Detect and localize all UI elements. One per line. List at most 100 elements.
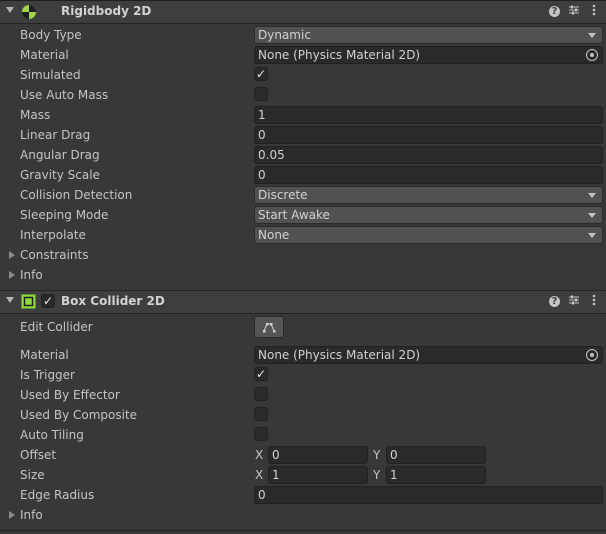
interpolate-value: None [258,228,290,242]
body-type-label: Body Type [20,28,82,42]
auto-tiling-row: Auto Tiling [0,425,606,445]
sleeping-mode-row: Sleeping Mode Start Awake [0,205,606,225]
edit-collider-button[interactable] [254,316,284,338]
interpolate-dropdown[interactable]: None [254,226,603,244]
edge-radius-input[interactable]: 0 [254,486,603,504]
used-by-composite-checkbox[interactable] [254,407,268,421]
sleeping-mode-dropdown[interactable]: Start Awake [254,206,603,224]
offset-label: Offset [20,448,57,462]
size-y-label[interactable]: Y [373,468,380,482]
help-icon[interactable]: ? [549,296,560,307]
object-picker-icon[interactable] [586,349,598,361]
box-collider-2d-header[interactable]: ✓ Box Collider 2D ? [0,291,606,314]
presets-icon[interactable] [567,294,581,308]
interpolate-label: Interpolate [20,228,86,242]
size-row: Size X 1 Y 1 [0,465,606,485]
constraints-foldout[interactable]: Constraints [0,245,606,265]
info-label: Info [20,508,43,522]
used-by-effector-checkbox[interactable] [254,387,268,401]
linear-drag-label: Linear Drag [20,128,91,142]
component-divider [0,530,606,531]
enabled-checkbox[interactable]: ✓ [41,294,55,308]
is-trigger-row: Is Trigger ✓ [0,365,606,385]
body-type-dropdown[interactable]: Dynamic [254,26,603,44]
material-object-field[interactable]: None (Physics Material 2D) [254,46,603,64]
offset-y-label[interactable]: Y [373,448,380,462]
simulated-checkbox[interactable]: ✓ [254,67,268,81]
used-by-effector-label: Used By Effector [20,388,120,402]
material-label: Material [20,48,69,62]
presets-icon[interactable] [567,4,581,18]
simulated-row: Simulated ✓ [0,65,606,85]
collider-material-object-field[interactable]: None (Physics Material 2D) [254,346,603,364]
rigidbody-2d-header[interactable]: Rigidbody 2D ? [0,0,606,24]
collision-detection-dropdown[interactable]: Discrete [254,186,603,204]
dropdown-arrow-icon [588,213,596,218]
menu-kebab-icon[interactable] [587,4,601,18]
foldout-arrow-icon[interactable] [6,7,14,13]
used-by-composite-label: Used By Composite [20,408,138,422]
interpolate-row: Interpolate None [0,225,606,245]
component-title: Rigidbody 2D [61,4,152,18]
material-value: None (Physics Material 2D) [258,348,421,362]
info-label: Info [20,268,43,282]
object-picker-icon[interactable] [586,49,598,61]
offset-x-input[interactable]: 0 [268,446,368,464]
is-trigger-label: Is Trigger [20,368,75,382]
material-label: Material [20,348,69,362]
rigidbody-2d-icon [22,5,36,19]
sleeping-mode-label: Sleeping Mode [20,208,109,222]
dropdown-arrow-icon [588,233,596,238]
simulated-label: Simulated [20,68,81,82]
linear-drag-row: Linear Drag 0 [0,125,606,145]
gravity-scale-label: Gravity Scale [20,168,100,182]
is-trigger-checkbox[interactable]: ✓ [254,367,268,381]
offset-x-label[interactable]: X [255,448,263,462]
angular-drag-label: Angular Drag [20,148,100,162]
gravity-scale-row: Gravity Scale 0 [0,165,606,185]
body-type-row: Body Type Dynamic [0,25,606,45]
edge-radius-row: Edge Radius 0 [0,485,606,505]
box-collider-2d-icon [21,294,36,309]
use-auto-mass-checkbox[interactable] [254,87,268,101]
size-x-label[interactable]: X [255,468,263,482]
help-icon[interactable]: ? [549,6,560,17]
collision-detection-row: Collision Detection Discrete [0,185,606,205]
angular-drag-input[interactable]: 0.05 [254,146,603,164]
component-title: Box Collider 2D [61,294,165,308]
sleeping-mode-value: Start Awake [258,208,330,222]
collider-material-row: Material None (Physics Material 2D) [0,345,606,365]
use-auto-mass-label: Use Auto Mass [20,88,109,102]
edit-collider-icon [263,323,276,333]
mass-input[interactable]: 1 [254,106,603,124]
dropdown-arrow-icon [588,193,596,198]
collider-info-foldout[interactable]: Info [0,505,606,525]
foldout-arrow-icon[interactable] [9,271,15,279]
used-by-composite-row: Used By Composite [0,405,606,425]
gravity-scale-input[interactable]: 0 [254,166,603,184]
offset-row: Offset X 0 Y 0 [0,445,606,465]
menu-kebab-icon[interactable] [587,294,601,308]
offset-y-input[interactable]: 0 [386,446,486,464]
linear-drag-input[interactable]: 0 [254,126,603,144]
auto-tiling-label: Auto Tiling [20,428,84,442]
foldout-arrow-icon[interactable] [9,511,15,519]
foldout-arrow-icon[interactable] [9,251,15,259]
auto-tiling-checkbox[interactable] [254,427,268,441]
size-x-input[interactable]: 1 [268,466,368,484]
material-value: None (Physics Material 2D) [258,48,421,62]
use-auto-mass-row: Use Auto Mass [0,85,606,105]
edit-collider-row: Edit Collider [0,316,606,338]
edit-collider-label: Edit Collider [20,320,93,334]
angular-drag-row: Angular Drag 0.05 [0,145,606,165]
collision-detection-value: Discrete [258,188,308,202]
foldout-arrow-icon[interactable] [6,297,14,303]
edge-radius-label: Edge Radius [20,488,95,502]
mass-row: Mass 1 [0,105,606,125]
size-y-input[interactable]: 1 [386,466,486,484]
body-type-value: Dynamic [258,28,311,42]
rigidbody-info-foldout[interactable]: Info [0,265,606,285]
mass-label: Mass [20,108,51,122]
collision-detection-label: Collision Detection [20,188,133,202]
size-label: Size [20,468,45,482]
